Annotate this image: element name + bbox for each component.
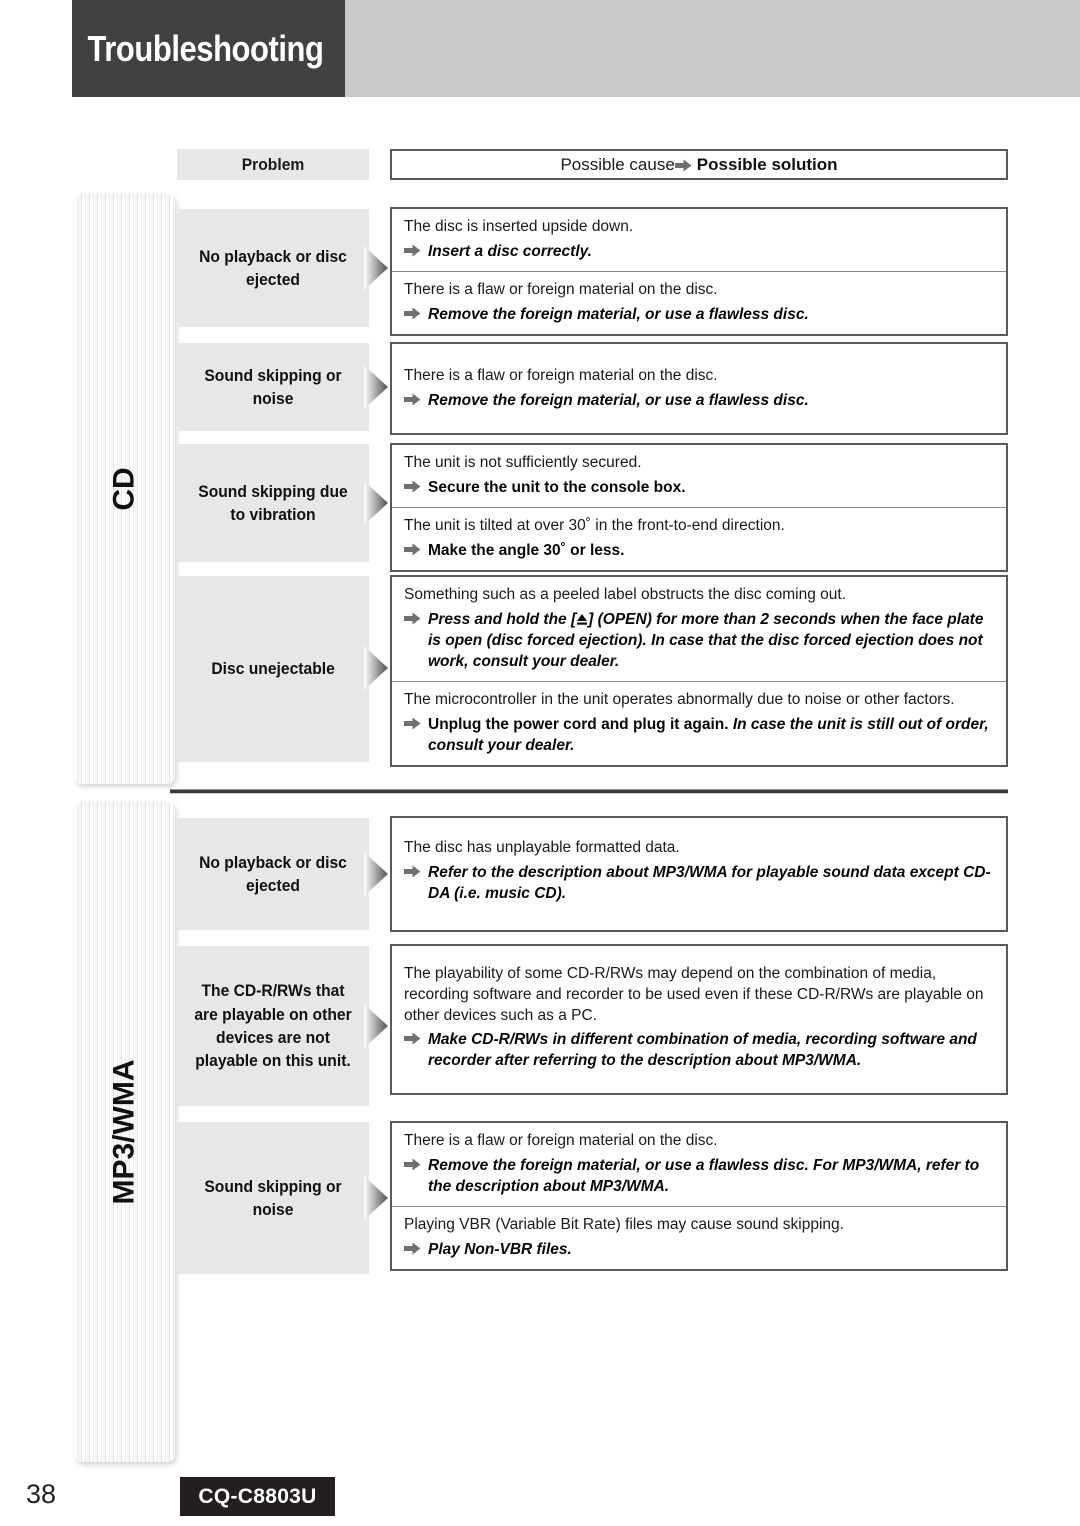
row-pointer-icon	[362, 364, 390, 410]
problem-cell: Sound skipping or noise	[177, 1122, 369, 1274]
answer-part: There is a flaw or foreign material on t…	[392, 344, 1006, 433]
solution-text-wrapper: Remove the foreign material, or use a fl…	[404, 304, 994, 325]
right-arrow-icon	[404, 865, 421, 878]
right-arrow-icon	[404, 1032, 421, 1045]
solution-text: Secure the unit to the console box.	[428, 478, 686, 496]
answer-box: There is a flaw or foreign material on t…	[390, 1121, 1008, 1271]
row-pointer-icon	[362, 1175, 390, 1221]
answer-part: There is a flaw or foreign material on t…	[392, 270, 1006, 334]
problem-cell: No playback or disc ejected	[177, 818, 369, 930]
problem-label: No playback or disc ejected	[199, 852, 347, 895]
solution-text: Remove the foreign material, or use a fl…	[428, 1156, 980, 1195]
right-arrow-icon	[404, 543, 421, 556]
solution-text-wrapper: Remove the foreign material, or use a fl…	[404, 1155, 994, 1197]
row-pointer-icon	[362, 480, 390, 526]
solution-text: Play Non-VBR files.	[428, 1240, 572, 1258]
answer-box: There is a flaw or foreign material on t…	[390, 342, 1008, 435]
right-arrow-icon	[404, 612, 421, 625]
solution-text-wrapper: Press and hold the [] (OPEN) for more th…	[404, 609, 994, 672]
solution-text-wrapper: Secure the unit to the console box.	[404, 477, 994, 498]
right-arrow-icon	[404, 307, 421, 320]
problem-label: The CD-R/RWs that are playable on other …	[194, 981, 352, 1071]
cause-text: The disc has unplayable formatted data.	[404, 839, 680, 856]
right-arrow-icon	[404, 480, 421, 493]
problem-label: No playback or disc ejected	[199, 246, 347, 289]
column-header-problem-label: Problem	[241, 154, 305, 174]
answer-part: Something such as a peeled label obstruc…	[392, 577, 1006, 681]
answer-box: The disc is inserted upside down. Insert…	[390, 207, 1008, 336]
right-arrow-icon	[404, 244, 421, 257]
column-header-solution-label: Possible solution	[696, 154, 838, 174]
solution-text: Remove the foreign material, or use a fl…	[428, 391, 809, 409]
solution-text-wrapper: Play Non-VBR files.	[404, 1239, 994, 1260]
answer-part: The disc has unplayable formatted data. …	[392, 818, 1006, 930]
solution-text-wrapper: Insert a disc correctly.	[404, 241, 994, 262]
right-arrow-icon	[404, 1242, 421, 1255]
problem-label: Sound skipping or noise	[204, 365, 342, 408]
problem-cell: Sound skipping or noise	[177, 343, 369, 431]
problem-label: Disc unejectable	[211, 659, 335, 679]
cause-text: The disc is inserted upside down.	[404, 218, 634, 235]
right-arrow-icon	[404, 717, 421, 730]
solution-text-wrapper: Make the angle 30˚ or less.	[404, 540, 994, 561]
problem-cell: The CD-R/RWs that are playable on other …	[177, 946, 369, 1106]
cause-text: There is a flaw or foreign material on t…	[404, 280, 718, 298]
section-divider	[170, 789, 1008, 794]
cause-text: The unit is not sufficiently secured.	[404, 454, 642, 471]
column-header-cause-label: Possible cause	[560, 154, 675, 174]
page-number: 38	[26, 1479, 57, 1509]
solution-text-pre: Press and hold the [	[428, 610, 577, 628]
answer-part: The unit is not sufficiently secured. Se…	[392, 445, 1006, 507]
row-pointer-icon	[362, 245, 390, 291]
cause-text: There is a flaw or foreign material on t…	[404, 367, 718, 384]
answer-box: The disc has unplayable formatted data. …	[390, 816, 1008, 932]
cause-text: The playability of some CD-R/RWs may dep…	[404, 965, 984, 1024]
problem-label: Sound skipping due to vibration	[198, 481, 348, 524]
column-header-cause-solution: Possible cause Possible solution	[390, 149, 1008, 180]
answer-part: Playing VBR (Variable Bit Rate) files ma…	[392, 1205, 1006, 1269]
answer-part: There is a flaw or foreign material on t…	[392, 1123, 1006, 1206]
solution-text-upright: Unplug the power cord and plug it again.	[428, 715, 733, 733]
cause-text: There is a flaw or foreign material on t…	[404, 1132, 718, 1149]
column-header-problem: Problem	[177, 149, 369, 180]
cause-text: The microcontroller in the unit operates…	[404, 691, 955, 708]
problem-cell: No playback or disc ejected	[177, 209, 369, 327]
cause-text: Something such as a peeled label obstruc…	[404, 586, 847, 603]
cause-text: Playing VBR (Variable Bit Rate) files ma…	[404, 1215, 844, 1233]
answer-box: The unit is not sufficiently secured. Se…	[390, 443, 1008, 572]
solution-text: Make the angle 30˚ or less.	[428, 541, 625, 559]
solution-text: Make CD-R/RWs in different combination o…	[428, 1031, 977, 1070]
solution-text-wrapper: Refer to the description about MP3/WMA f…	[404, 862, 994, 904]
right-arrow-icon	[404, 1158, 421, 1171]
troubleshooting-table: Problem Possible cause Possible solution…	[0, 0, 1080, 1526]
answer-part: The unit is tilted at over 30˚ in the fr…	[392, 506, 1006, 570]
answer-part: The disc is inserted upside down. Insert…	[392, 209, 1006, 271]
answer-part: The microcontroller in the unit operates…	[392, 681, 1006, 765]
right-arrow-icon	[674, 159, 692, 172]
solution-text-wrapper: Make CD-R/RWs in different combination o…	[404, 1029, 994, 1071]
row-pointer-icon	[362, 645, 390, 691]
problem-cell: Disc unejectable	[177, 576, 369, 762]
right-arrow-icon	[404, 393, 421, 406]
solution-text: Remove the foreign material, or use a fl…	[428, 305, 809, 323]
solution-text: Insert a disc correctly.	[428, 242, 592, 260]
problem-cell: Sound skipping due to vibration	[177, 444, 369, 562]
solution-text-wrapper: Remove the foreign material, or use a fl…	[404, 390, 994, 411]
solution-text: Refer to the description about MP3/WMA f…	[428, 863, 991, 902]
row-pointer-icon	[362, 1003, 390, 1049]
answer-box: The playability of some CD-R/RWs may dep…	[390, 944, 1008, 1096]
row-pointer-icon	[362, 851, 390, 897]
answer-part: The playability of some CD-R/RWs may dep…	[392, 946, 1006, 1093]
problem-label: Sound skipping or noise	[204, 1176, 342, 1219]
answer-box: Something such as a peeled label obstruc…	[390, 575, 1008, 767]
model-badge: CQ-C8803U	[180, 1477, 335, 1516]
model-badge-label: CQ-C8803U	[198, 1484, 317, 1508]
solution-text-wrapper: Unplug the power cord and plug it again.…	[404, 714, 994, 756]
eject-icon	[576, 611, 588, 625]
cause-text: The unit is tilted at over 30˚ in the fr…	[404, 516, 785, 534]
